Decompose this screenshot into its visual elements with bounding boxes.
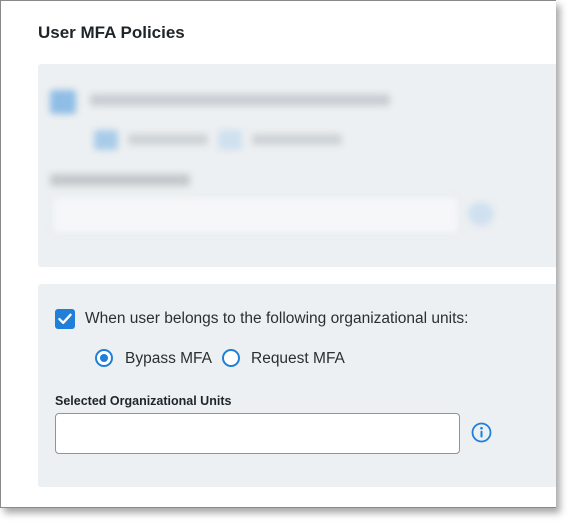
request-mfa-radio[interactable]: [222, 349, 240, 367]
selected-org-units-input[interactable]: [55, 413, 460, 454]
request-mfa-label: Request MFA: [251, 350, 345, 367]
info-icon[interactable]: [471, 422, 492, 443]
blurred-policy-panel: [38, 64, 556, 267]
policy-card: User MFA Policies When user belongs to t…: [0, 0, 556, 508]
checkmark-icon: [58, 313, 72, 324]
bypass-mfa-label: Bypass MFA: [125, 350, 212, 367]
org-units-checkbox-label: When user belongs to the following organ…: [85, 310, 469, 327]
section-title: User MFA Policies: [38, 23, 185, 42]
blurred-content: [38, 64, 556, 267]
selected-org-units-label: Selected Organizational Units: [55, 394, 232, 408]
bypass-mfa-radio[interactable]: [95, 349, 113, 367]
org-units-checkbox[interactable]: [55, 309, 75, 329]
